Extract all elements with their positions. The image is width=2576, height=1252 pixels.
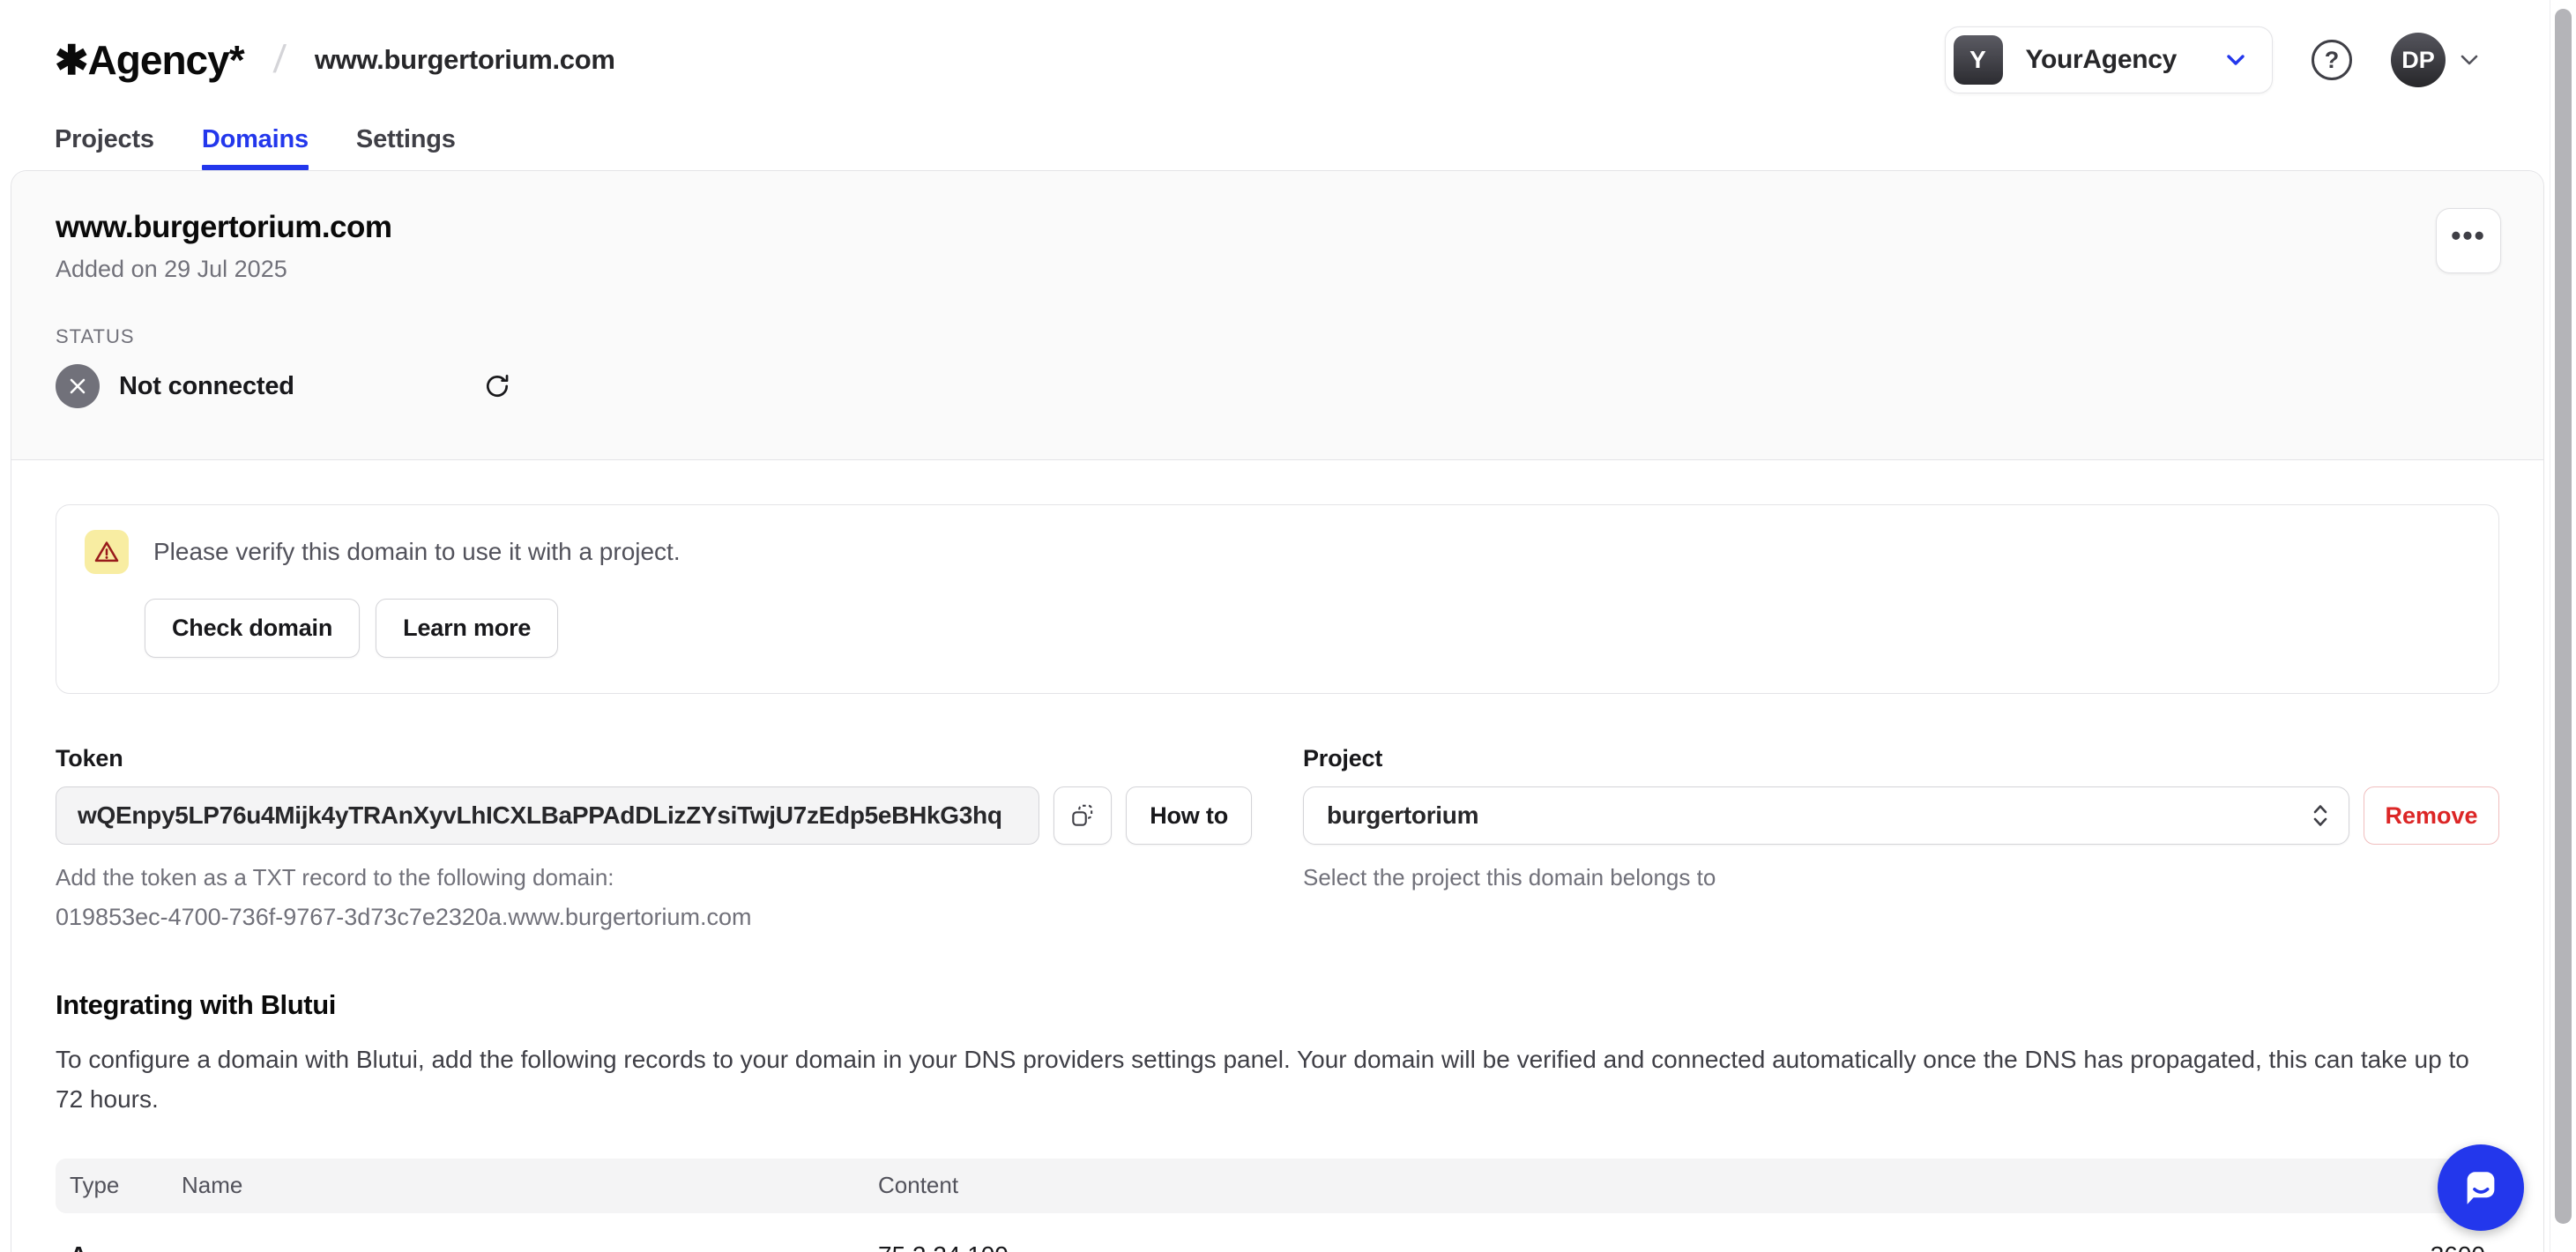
record-content: 75.2.24.109 (878, 1241, 2318, 1252)
learn-more-button[interactable]: Learn more (376, 599, 558, 658)
top-right-cluster: Y YourAgency ? DP (1945, 26, 2479, 93)
project-helper: Select the project this domain belongs t… (1303, 864, 2499, 891)
project-section: Project burgertorium Remove Select the p… (1303, 745, 2499, 931)
tab-domains[interactable]: Domains (202, 125, 309, 170)
how-to-button[interactable]: How to (1126, 786, 1252, 845)
page-scrollbar[interactable] (2550, 0, 2576, 1252)
tab-settings[interactable]: Settings (356, 125, 456, 170)
record-ttl: 3600 (2318, 1241, 2485, 1252)
record-name: - (182, 1241, 878, 1252)
copy-icon (1068, 801, 1097, 830)
token-section: Token How to Add the token as a TXT reco… (56, 745, 1252, 931)
select-chevrons-icon (2312, 802, 2329, 829)
chevron-down-icon (2460, 53, 2479, 67)
avatar: DP (2391, 33, 2446, 87)
page-title: www.burgertorium.com (56, 210, 2501, 245)
added-date: Added on 29 Jul 2025 (56, 256, 2501, 283)
project-select[interactable]: burgertorium (1303, 786, 2349, 845)
status-badge: Not connected (119, 372, 294, 401)
tab-bar: Projects Domains Settings (0, 93, 2576, 170)
top-bar: ✱Agency* / www.burgertorium.com Y YourAg… (0, 0, 2576, 93)
check-domain-button[interactable]: Check domain (145, 599, 360, 658)
agency-switcher[interactable]: Y YourAgency (1945, 26, 2273, 93)
verify-banner: Please verify this domain to use it with… (56, 504, 2499, 694)
table-row: A - 75.2.24.109 3600 (56, 1213, 2499, 1252)
remove-project-button[interactable]: Remove (2364, 786, 2499, 845)
breadcrumb-separator: / (272, 38, 287, 82)
breadcrumb: ✱Agency* / www.burgertorium.com (55, 36, 615, 84)
agency-avatar: Y (1954, 35, 2003, 85)
col-name: Name (182, 1172, 878, 1199)
dns-records-table: Type Name Content TTL A - 75.2.24.109 36… (56, 1159, 2499, 1252)
tab-projects[interactable]: Projects (55, 125, 154, 170)
token-label: Token (56, 745, 1252, 772)
domain-card-header: www.burgertorium.com Added on 29 Jul 202… (11, 171, 2543, 460)
agency-name: YourAgency (2026, 45, 2203, 75)
token-target-domain: 019853ec-4700-736f-9767-3d73c7e2320a.www… (56, 904, 1252, 931)
chat-messenger-button[interactable] (2438, 1144, 2524, 1231)
copy-token-button[interactable] (1053, 786, 1112, 845)
integration-section: Integrating with Blutui To configure a d… (56, 989, 2499, 1120)
user-menu[interactable]: DP (2391, 33, 2479, 87)
project-select-value: burgertorium (1327, 801, 1478, 830)
refresh-status-button[interactable] (481, 370, 513, 402)
verify-message: Please verify this domain to use it with… (153, 538, 681, 566)
token-input[interactable] (56, 786, 1039, 845)
breadcrumb-domain: www.burgertorium.com (315, 44, 615, 76)
warning-icon (85, 530, 129, 574)
record-type: A (70, 1241, 182, 1252)
token-helper: Add the token as a TXT record to the fol… (56, 864, 1252, 891)
not-connected-icon (56, 364, 100, 408)
chevron-down-icon (2226, 53, 2245, 67)
integration-body: To configure a domain with Blutui, add t… (56, 1040, 2499, 1120)
domain-card: www.burgertorium.com Added on 29 Jul 202… (11, 170, 2544, 1252)
chat-bubble-icon (2458, 1165, 2504, 1211)
domain-card-body: Please verify this domain to use it with… (11, 460, 2543, 1252)
status-row: Not connected (56, 364, 2501, 408)
domain-menu-button[interactable]: ••• (2436, 208, 2501, 273)
integration-heading: Integrating with Blutui (56, 989, 2499, 1021)
table-header-row: Type Name Content TTL (56, 1159, 2499, 1213)
col-type: Type (70, 1172, 182, 1199)
agency-logo: ✱Agency* (55, 36, 244, 84)
scrollbar-thumb[interactable] (2555, 9, 2572, 1224)
col-content: Content (878, 1172, 2318, 1199)
help-icon[interactable]: ? (2312, 40, 2352, 80)
refresh-icon (481, 370, 513, 402)
status-label: STATUS (56, 325, 2501, 348)
project-label: Project (1303, 745, 2499, 772)
